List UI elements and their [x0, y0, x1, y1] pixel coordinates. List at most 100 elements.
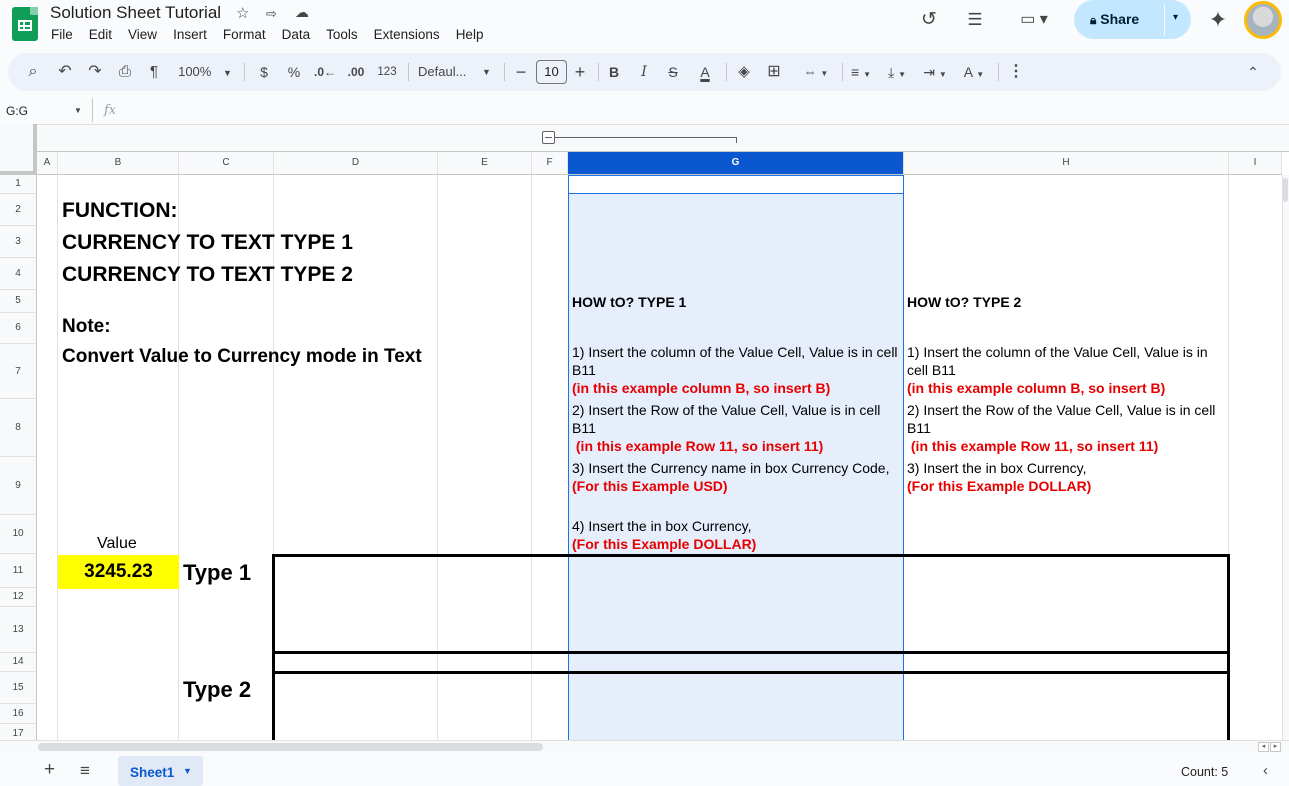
version-history-icon[interactable]: ↺: [917, 8, 941, 32]
column-header-d[interactable]: D: [274, 152, 438, 175]
type2-result-box[interactable]: [272, 671, 1230, 744]
note-text[interactable]: Convert Value to Currency mode in Text: [62, 346, 422, 368]
italic-button[interactable]: I: [636, 53, 652, 91]
document-title[interactable]: Solution Sheet Tutorial: [50, 3, 221, 23]
type1-label[interactable]: Type 1: [183, 560, 251, 586]
sheets-logo-icon[interactable]: [12, 7, 38, 41]
scroll-left-icon[interactable]: ◂: [1258, 742, 1269, 752]
type2-label[interactable]: Type 2: [183, 677, 251, 703]
share-caret-icon[interactable]: ▾: [1173, 12, 1178, 23]
side-panel-toggle-icon[interactable]: ‹: [1263, 762, 1268, 779]
selection-count[interactable]: Count: 5: [1181, 765, 1228, 779]
move-folder-icon[interactable]: ⇨: [266, 6, 277, 22]
h-step-3[interactable]: 3) Insert the in box Currency, (For this…: [907, 459, 1225, 495]
g-step-2[interactable]: 2) Insert the Row of the Value Cell, Val…: [572, 401, 902, 455]
row-header-3[interactable]: 3: [0, 226, 37, 258]
column-header-g[interactable]: G: [568, 152, 904, 175]
more-formats-button[interactable]: 123: [374, 53, 400, 91]
all-sheets-icon[interactable]: ≡: [80, 761, 90, 781]
row-header-6[interactable]: 6: [0, 313, 37, 344]
undo-icon[interactable]: ↶: [55, 53, 75, 91]
gemini-sparkle-icon[interactable]: ✦: [1206, 8, 1230, 32]
value-cell-b11[interactable]: 3245.23: [58, 555, 179, 589]
percent-format-button[interactable]: %: [286, 53, 302, 91]
avatar[interactable]: [1244, 1, 1282, 39]
g-step-4[interactable]: 4) Insert the in box Currency, (For this…: [572, 517, 902, 553]
g-step-3[interactable]: 3) Insert the Currency name in box Curre…: [572, 459, 902, 495]
active-cell-g1[interactable]: [568, 175, 904, 194]
column-header-a[interactable]: A: [37, 152, 58, 175]
horizontal-align-icon[interactable]: ≡ ▼: [846, 53, 876, 91]
more-options-icon[interactable]: ⋮: [1008, 53, 1024, 91]
menu-tools[interactable]: Tools: [318, 27, 366, 45]
zoom-select[interactable]: 100% ▼: [174, 53, 236, 91]
increase-font-size-button[interactable]: +: [572, 53, 588, 91]
sheet-tab-caret-icon[interactable]: ▼: [183, 766, 192, 776]
share-button[interactable]: 🔒︎ Share ▾: [1074, 0, 1191, 39]
value-label[interactable]: Value: [97, 535, 137, 553]
row-header-4[interactable]: 4: [0, 258, 37, 290]
select-all-corner[interactable]: [0, 124, 37, 175]
row-header-11[interactable]: 11: [0, 554, 37, 588]
star-icon[interactable]: ☆: [236, 4, 249, 22]
row-header-7[interactable]: 7: [0, 344, 37, 399]
row-header-13[interactable]: 13: [0, 607, 37, 653]
vertical-scroll-thumb[interactable]: [1283, 178, 1288, 202]
row-header-8[interactable]: 8: [0, 399, 37, 457]
menu-edit[interactable]: Edit: [81, 27, 120, 45]
menu-file[interactable]: File: [43, 27, 81, 45]
text-color-button[interactable]: A: [694, 53, 716, 91]
row-header-14[interactable]: 14: [0, 653, 37, 672]
meet-video-icon[interactable]: ▭ ▾: [1014, 8, 1054, 32]
type1-title[interactable]: CURRENCY TO TEXT TYPE 1: [62, 231, 353, 255]
print-icon[interactable]: ⎙: [114, 53, 136, 91]
name-box[interactable]: G:G: [6, 104, 28, 118]
menu-insert[interactable]: Insert: [165, 27, 215, 45]
menu-extensions[interactable]: Extensions: [366, 27, 448, 45]
row-header-2[interactable]: 2: [0, 194, 37, 226]
row-header-16[interactable]: 16: [0, 704, 37, 724]
menu-view[interactable]: View: [120, 27, 165, 45]
column-header-b[interactable]: B: [58, 152, 179, 175]
menu-help[interactable]: Help: [448, 27, 492, 45]
collapse-group-icon[interactable]: [542, 131, 555, 144]
fill-color-icon[interactable]: ◈: [734, 53, 754, 91]
redo-icon[interactable]: ↷: [85, 53, 105, 91]
type2-title[interactable]: CURRENCY TO TEXT TYPE 2: [62, 263, 353, 287]
decrease-font-size-button[interactable]: −: [514, 53, 528, 91]
column-header-h[interactable]: H: [904, 152, 1229, 175]
hide-menus-icon[interactable]: ⌃: [1242, 53, 1264, 91]
merge-cells-icon[interactable]: ⇔ ▼: [796, 53, 836, 91]
increase-decimal-button[interactable]: .00: [344, 53, 368, 91]
row-header-9[interactable]: 9: [0, 457, 37, 515]
column-header-e[interactable]: E: [438, 152, 532, 175]
row-header-12[interactable]: 12: [0, 588, 37, 607]
howto-type1-header[interactable]: HOW tO? TYPE 1: [572, 294, 686, 310]
vertical-scrollbar[interactable]: [1282, 175, 1289, 744]
add-sheet-icon[interactable]: +: [44, 759, 55, 781]
font-size-input[interactable]: 10: [536, 60, 567, 84]
text-rotation-icon[interactable]: A ▼: [958, 53, 990, 91]
row-header-15[interactable]: 15: [0, 672, 37, 704]
strikethrough-button[interactable]: S: [664, 53, 682, 91]
comments-icon[interactable]: ☰: [963, 8, 987, 32]
row-header-10[interactable]: 10: [0, 515, 37, 554]
function-label[interactable]: FUNCTION:: [62, 199, 177, 223]
column-header-c[interactable]: C: [179, 152, 274, 175]
type1-result-box[interactable]: [272, 554, 1230, 654]
h-step-2[interactable]: 2) Insert the Row of the Value Cell, Val…: [907, 401, 1225, 455]
column-header-f[interactable]: F: [532, 152, 568, 175]
sheet-tab-sheet1[interactable]: Sheet1 ▼: [118, 756, 203, 786]
search-menus-icon[interactable]: ⌕: [22, 53, 44, 91]
font-select[interactable]: Defaul... ▼: [418, 53, 494, 91]
menu-data[interactable]: Data: [274, 27, 319, 45]
horizontal-scroll-thumb[interactable]: [38, 743, 543, 751]
text-wrapping-icon[interactable]: ⇥ ▼: [920, 53, 950, 91]
h-step-1[interactable]: 1) Insert the column of the Value Cell, …: [907, 343, 1225, 397]
spreadsheet-grid[interactable]: A B C D E F G H I 1 2 3 4 5 6 7 8 9 10 1…: [0, 124, 1289, 744]
name-box-caret-icon[interactable]: ▼: [74, 106, 82, 115]
currency-format-button[interactable]: $: [256, 53, 272, 91]
decrease-decimal-button[interactable]: .0←: [314, 53, 336, 91]
scroll-right-icon[interactable]: ▸: [1270, 742, 1281, 752]
vertical-align-icon[interactable]: ⤓ ▼: [882, 53, 912, 91]
